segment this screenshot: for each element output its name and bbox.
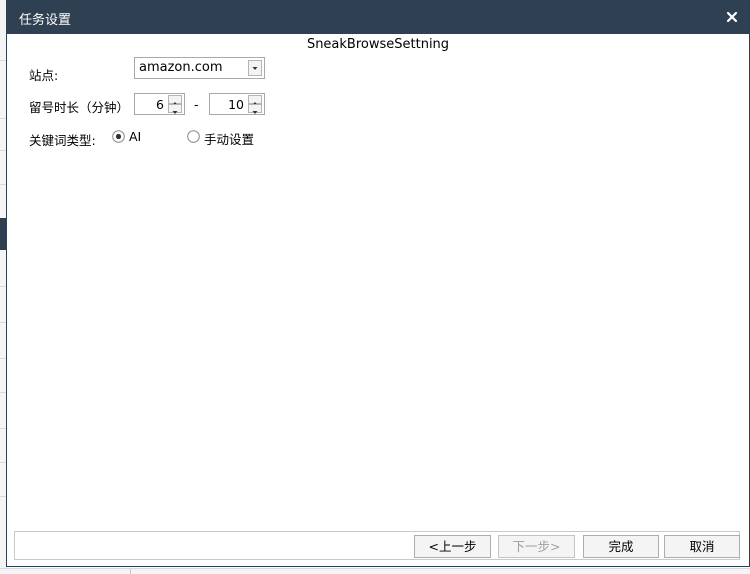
dialog-subtitle: SneakBrowseSettning [306, 37, 450, 52]
finish-button[interactable]: 完成 [583, 535, 659, 558]
next-button[interactable]: 下一步> [498, 535, 575, 558]
arrow-down-icon [172, 111, 178, 114]
duration-min-stepper[interactable]: 6 [134, 93, 185, 115]
site-select-value: amazon.com [139, 60, 223, 75]
keyword-type-label: 关键词类型: [29, 133, 96, 148]
bottom-tick [130, 569, 131, 574]
site-label: 站点: [29, 68, 59, 83]
site-select[interactable]: amazon.com [134, 57, 265, 79]
duration-max-value: 10 [228, 97, 244, 112]
keyword-type-manual-radio[interactable]: 手动设置 [187, 129, 267, 147]
cancel-button[interactable]: 取消 [664, 535, 740, 558]
duration-min-value: 6 [156, 97, 164, 112]
arrow-down-icon [252, 111, 258, 114]
keyword-type-manual-label: 手动设置 [204, 132, 255, 147]
duration-separator: - [194, 97, 199, 112]
keyword-type-ai-label: AI [129, 129, 142, 144]
duration-min-decrement-button[interactable] [168, 104, 182, 114]
duration-max-spin-buttons [248, 95, 262, 114]
dialog-titlebar: 任务设置 [7, 1, 749, 34]
duration-min-increment-button[interactable] [168, 95, 182, 105]
site-dropdown-button[interactable] [248, 60, 262, 76]
duration-max-increment-button[interactable] [248, 95, 262, 105]
keyword-type-ai-radio[interactable]: AI [112, 129, 152, 145]
task-settings-dialog: 任务设置 SneakBrowseSettning 站点: amazon.com … [6, 0, 750, 567]
prev-button[interactable]: <上一步 [414, 535, 491, 558]
duration-max-decrement-button[interactable] [248, 104, 262, 114]
close-icon[interactable] [725, 10, 739, 24]
duration-min-spin-buttons [168, 95, 182, 114]
radio-selected-icon [112, 130, 125, 143]
radio-unselected-icon [187, 130, 200, 143]
duration-label: 留号时长（分钟） [29, 100, 130, 115]
duration-max-stepper[interactable]: 10 [209, 93, 265, 115]
background-bottom-strip [0, 568, 750, 574]
dialog-title: 任务设置 [19, 13, 72, 28]
chevron-down-icon [252, 67, 258, 70]
